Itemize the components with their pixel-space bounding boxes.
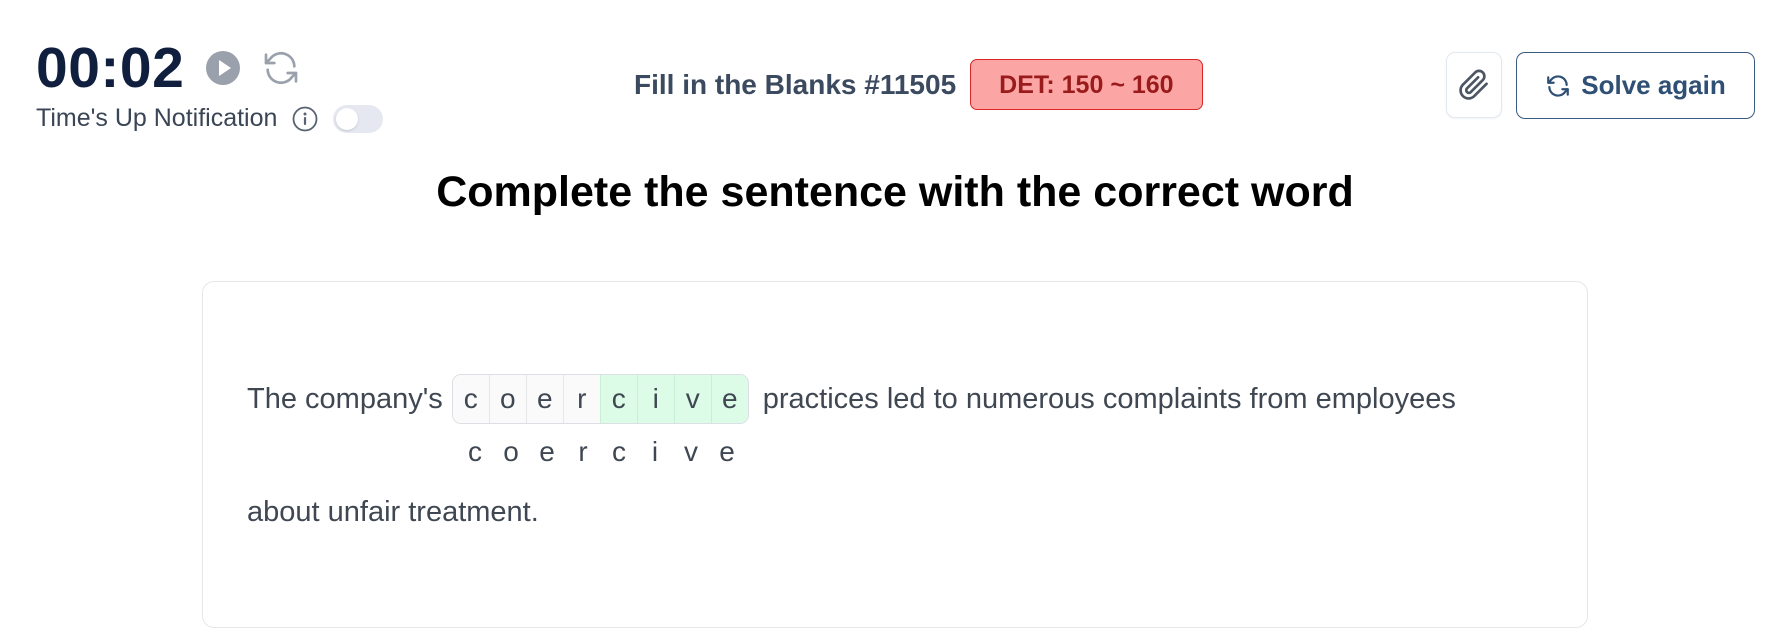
answer-letters-row: coercive <box>457 436 745 468</box>
page-title: Fill in the Blanks #11505 <box>634 68 957 100</box>
sentence-line: The company's coercive practices led to … <box>247 374 1456 424</box>
answer-letter: o <box>503 436 519 467</box>
solve-again-button[interactable]: Solve again <box>1516 52 1755 119</box>
notification-toggle[interactable] <box>333 104 384 133</box>
answer-letter: e <box>539 436 555 467</box>
answer-letter: v <box>684 436 698 467</box>
timer-row: 00:02 <box>36 34 383 102</box>
paperclip-icon <box>1459 69 1488 100</box>
letter-cell[interactable]: r <box>562 375 600 423</box>
answer-word-box[interactable]: coercive <box>451 374 749 424</box>
question-heading: Complete the sentence with the correct w… <box>436 168 1354 216</box>
solve-again-icon <box>1547 74 1570 97</box>
answer-letter: c <box>612 436 626 467</box>
title-row: Fill in the Blanks #11505 DET: 150 ~ 160 <box>634 59 1203 110</box>
attach-button[interactable] <box>1446 52 1502 118</box>
notification-label: Time's Up Notification <box>36 104 278 132</box>
notification-row: Time's Up Notification <box>36 104 384 133</box>
letter-cell[interactable]: c <box>452 375 489 423</box>
letter-cell[interactable]: o <box>488 375 526 423</box>
difficulty-badge: DET: 150 ~ 160 <box>970 59 1203 110</box>
letter-cell[interactable]: i <box>636 375 674 423</box>
sentence-after: practices led to numerous complaints fro… <box>762 382 1456 415</box>
toggle-knob <box>336 107 359 130</box>
solve-again-label: Solve again <box>1581 70 1726 100</box>
letter-cell[interactable]: e <box>710 375 748 423</box>
letter-cell[interactable]: e <box>525 375 563 423</box>
answer-letter: i <box>651 436 659 467</box>
sentence-end: about unfair treatment. <box>247 496 539 528</box>
sentence-before: The company's <box>247 382 443 415</box>
letter-cell[interactable]: c <box>599 375 637 423</box>
refresh-icon[interactable] <box>260 47 302 89</box>
answer-letter: r <box>578 436 588 467</box>
letter-cell[interactable]: v <box>673 375 711 423</box>
question-card: The company's coercive practices led to … <box>202 281 1588 628</box>
answer-letter: c <box>468 436 482 467</box>
timer-block: 00:02 Time's Up Notification <box>36 34 384 133</box>
play-icon[interactable] <box>204 49 242 87</box>
answer-letter: e <box>719 436 735 467</box>
info-icon[interactable] <box>291 105 319 133</box>
timer-display: 00:02 <box>36 36 185 100</box>
